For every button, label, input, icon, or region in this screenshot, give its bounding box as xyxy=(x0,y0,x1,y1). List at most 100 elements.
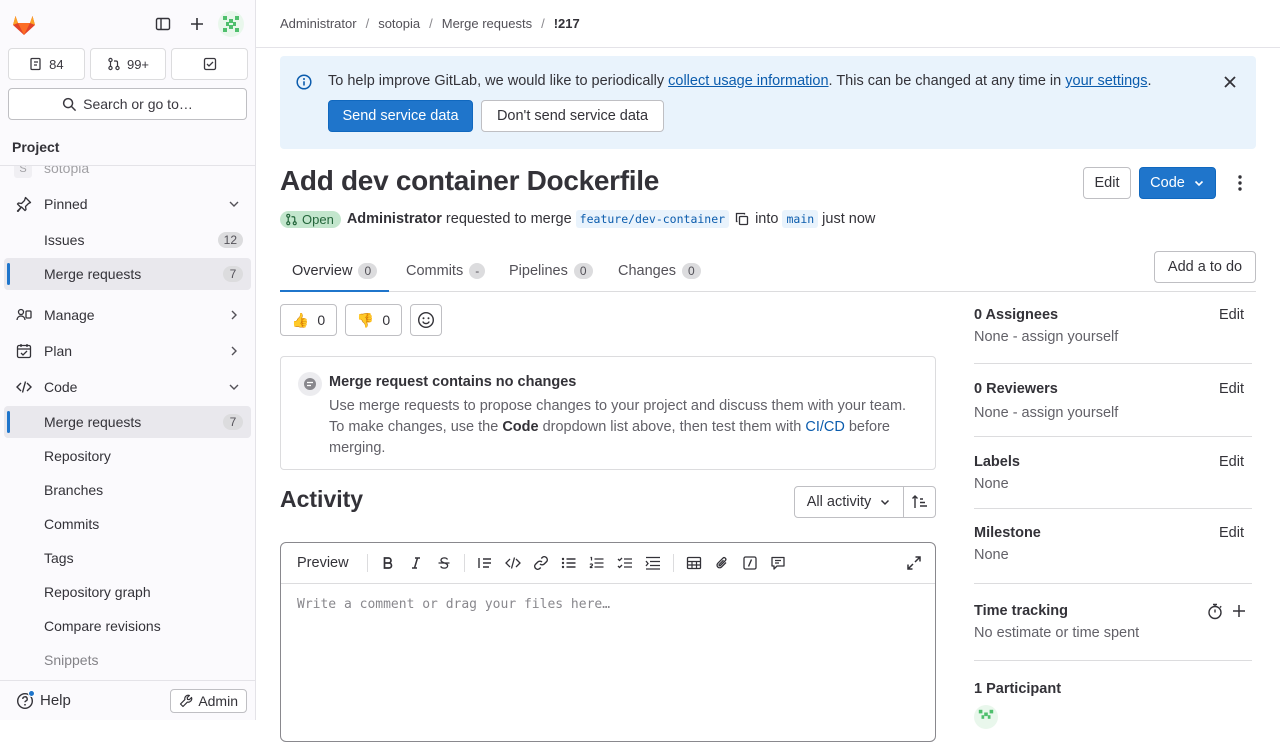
toggle-sidebar-icon[interactable] xyxy=(149,10,177,38)
participants-section: 1 Participant xyxy=(974,681,1252,729)
requested-text: requested to merge xyxy=(445,211,572,227)
add-reaction-button[interactable] xyxy=(410,304,442,336)
close-icon[interactable] xyxy=(1222,74,1238,90)
activity-filter-dropdown[interactable]: All activity xyxy=(794,486,904,518)
sidebar-item-tags[interactable]: Tags xyxy=(4,542,251,574)
breadcrumb-current[interactable]: !217 xyxy=(554,16,580,31)
your-settings-link[interactable]: your settings xyxy=(1065,73,1147,89)
create-new-icon[interactable] xyxy=(183,10,211,38)
sidebar-item-label: Branches xyxy=(44,482,104,498)
breadcrumb-item[interactable]: Administrator xyxy=(280,16,357,31)
calendar-icon xyxy=(16,344,32,359)
issues-count: 84 xyxy=(49,56,64,72)
sidebar-item-merge-requests[interactable]: Merge requests 7 xyxy=(4,406,251,438)
tab-overview[interactable]: Overview 0 xyxy=(280,250,390,292)
fullscreen-icon[interactable] xyxy=(900,549,928,577)
breadcrumb-separator: / xyxy=(541,16,545,31)
assignees-value[interactable]: None - assign yourself xyxy=(974,329,1118,345)
collapsible-section-icon[interactable] xyxy=(639,549,667,577)
thumbs-down-button[interactable]: 👎 0 xyxy=(345,304,402,336)
todos-button[interactable] xyxy=(171,48,249,80)
source-branch[interactable]: feature/dev-container xyxy=(575,210,730,228)
reviewers-title: 0 Reviewers xyxy=(974,381,1058,397)
collect-usage-link[interactable]: collect usage information xyxy=(668,73,828,89)
edit-labels-button[interactable]: Edit xyxy=(1219,454,1244,470)
edit-reviewers-button[interactable]: Edit xyxy=(1219,381,1244,397)
reviewers-value[interactable]: None - assign yourself xyxy=(974,405,1118,421)
link-icon[interactable] xyxy=(527,549,555,577)
code-dropdown-button[interactable]: Code xyxy=(1139,167,1216,199)
sidebar-item-repository[interactable]: Repository xyxy=(4,440,251,472)
dont-send-service-data-button[interactable]: Don't send service data xyxy=(481,100,664,132)
labels-value: None xyxy=(974,476,1009,492)
slash-commands-icon[interactable] xyxy=(736,549,764,577)
sidebar-item-label: Issues xyxy=(44,232,85,248)
more-actions-icon[interactable] xyxy=(1232,174,1248,192)
sidebar-item-manage[interactable]: Manage xyxy=(4,299,251,331)
breadcrumb-item[interactable]: sotopia xyxy=(378,16,420,31)
issues-icon xyxy=(30,57,41,71)
sidebar-item-snippets[interactable]: Snippets xyxy=(4,644,251,676)
stopwatch-icon[interactable] xyxy=(1207,603,1223,620)
admin-button[interactable]: Admin xyxy=(170,688,247,713)
sidebar-item-pinned-merge-requests[interactable]: Merge requests 7 xyxy=(4,258,251,290)
copy-icon[interactable] xyxy=(735,212,749,226)
breadcrumb-item[interactable]: Merge requests xyxy=(442,16,532,31)
edit-button[interactable]: Edit xyxy=(1083,167,1131,199)
table-icon[interactable] xyxy=(680,549,708,577)
sidebar-item-compare-revisions[interactable]: Compare revisions xyxy=(4,610,251,642)
code-icon[interactable] xyxy=(499,549,527,577)
into-text: into xyxy=(755,211,779,227)
sidebar-item-plan[interactable]: Plan xyxy=(4,335,251,367)
add-todo-button[interactable]: Add a to do xyxy=(1154,251,1256,283)
divider xyxy=(974,583,1252,584)
edit-assignees-button[interactable]: Edit xyxy=(1219,307,1244,323)
no-changes-heading: Merge request contains no changes xyxy=(329,374,577,390)
notification-dot xyxy=(28,689,35,697)
preview-tab[interactable]: Preview xyxy=(297,555,349,571)
comment-template-icon[interactable] xyxy=(764,549,792,577)
tab-changes[interactable]: Changes 0 xyxy=(606,250,713,291)
add-time-icon[interactable] xyxy=(1231,603,1247,619)
sidebar-item-repository-graph[interactable]: Repository graph xyxy=(4,576,251,608)
issues-count-button[interactable]: 84 xyxy=(8,48,85,80)
task-list-icon[interactable] xyxy=(611,549,639,577)
numbered-list-icon[interactable] xyxy=(583,549,611,577)
sort-order-button[interactable] xyxy=(903,486,936,518)
tab-commits[interactable]: Commits - xyxy=(394,250,497,291)
bold-icon[interactable] xyxy=(374,549,402,577)
merge-requests-count-button[interactable]: 99+ xyxy=(89,48,167,80)
sidebar-item-branches[interactable]: Branches xyxy=(4,474,251,506)
comment-textarea[interactable]: Write a comment or drag your files here… xyxy=(281,584,935,625)
tab-pipelines[interactable]: Pipelines 0 xyxy=(497,250,605,291)
search-button[interactable]: Search or go to… xyxy=(8,88,247,120)
attach-file-icon[interactable] xyxy=(708,549,736,577)
time-tracking-value: No estimate or time spent xyxy=(974,625,1140,641)
thumbs-down-icon: 👎 xyxy=(356,311,375,328)
sidebar-item-code[interactable]: Code xyxy=(4,371,251,403)
target-branch[interactable]: main xyxy=(782,210,819,228)
help-button[interactable]: Help xyxy=(16,689,71,710)
sidebar-item-pinned[interactable]: Pinned xyxy=(4,188,251,220)
edit-milestone-button[interactable]: Edit xyxy=(1219,525,1244,541)
strikethrough-icon[interactable] xyxy=(430,549,458,577)
tab-label: Pipelines xyxy=(509,262,568,279)
time-tracking-title: Time tracking xyxy=(974,603,1069,619)
send-service-data-button[interactable]: Send service data xyxy=(328,100,473,132)
ci-cd-link[interactable]: CI/CD xyxy=(805,419,844,435)
italic-icon[interactable] xyxy=(402,549,430,577)
thumbs-up-button[interactable]: 👍 0 xyxy=(280,304,337,336)
milestone-title: Milestone xyxy=(974,525,1041,541)
participant-avatar[interactable] xyxy=(974,705,998,729)
pin-icon xyxy=(16,196,32,212)
timestamp: just now xyxy=(822,211,876,227)
gitlab-logo-icon[interactable] xyxy=(10,10,38,38)
help-label: Help xyxy=(40,692,71,709)
comment-editor: Preview Write a comment or drag your fil… xyxy=(280,542,936,742)
quote-icon[interactable] xyxy=(471,549,499,577)
bulleted-list-icon[interactable] xyxy=(555,549,583,577)
sidebar-item-issues[interactable]: Issues 12 xyxy=(4,224,251,256)
user-avatar[interactable] xyxy=(218,11,244,37)
sidebar-item-commits[interactable]: Commits xyxy=(4,508,251,540)
author-link[interactable]: Administrator xyxy=(347,211,442,227)
